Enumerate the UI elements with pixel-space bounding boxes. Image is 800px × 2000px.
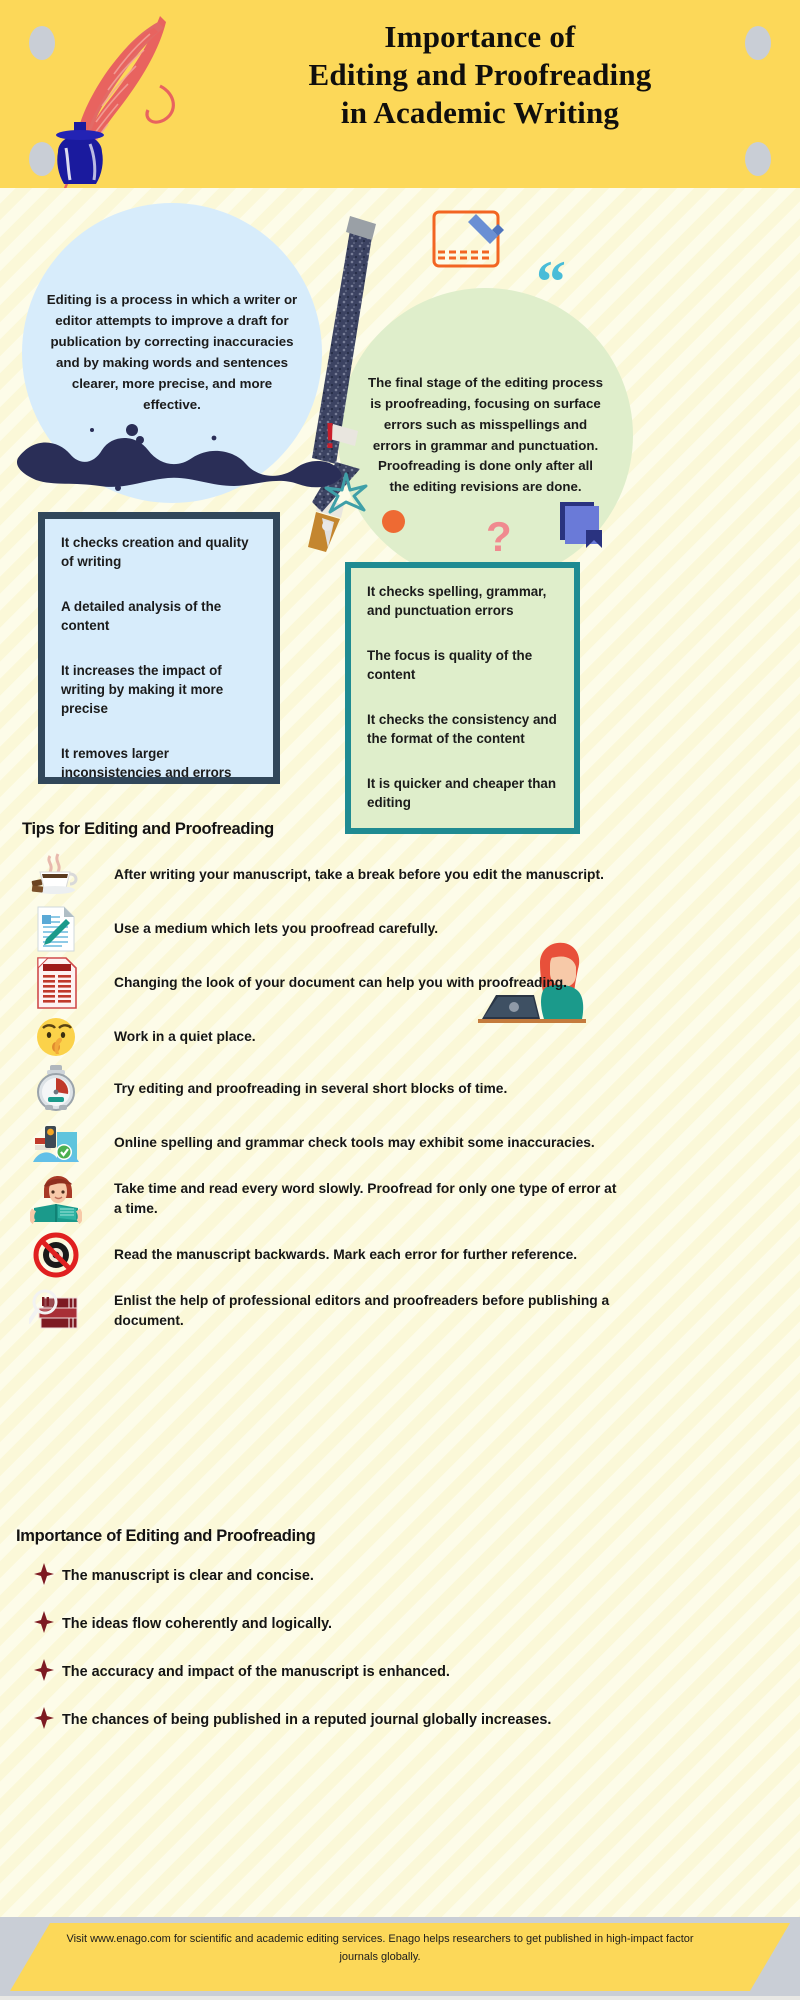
- tip-text: Use a medium which lets you proofread ca…: [114, 921, 439, 937]
- tip-item: Enlist the help of professional editors …: [20, 1283, 620, 1339]
- proofreading-item-3: It checks the consistency and the format…: [367, 712, 557, 747]
- importance-item: The chances of being published in a repu…: [30, 1696, 650, 1744]
- footer-bar: Visit www.enago.com for scientific and a…: [0, 1917, 800, 2000]
- tip-item: Take time and read every word slowly. Pr…: [20, 1171, 620, 1227]
- quiet-face-icon: [20, 1011, 92, 1063]
- editing-item-3: It increases the impact of writing by ma…: [61, 663, 224, 717]
- header-banner: Importance of Editing and Proofreading i…: [0, 0, 800, 188]
- stopwatch-icon: [20, 1063, 92, 1115]
- proofreading-item-1: It checks spelling, grammar, and punctua…: [367, 584, 547, 619]
- tip-item: Online spelling and grammar check tools …: [20, 1115, 620, 1171]
- infographic-page: Importance of Editing and Proofreading i…: [0, 0, 800, 2000]
- tip-item: Read the manuscript backwards. Mark each…: [20, 1227, 620, 1283]
- editing-definition-text: Editing is a process in which a writer o…: [46, 292, 298, 412]
- proofreading-attributes-box: It checks spelling, grammar, and punctua…: [345, 562, 580, 834]
- no-entry-icon: [20, 1229, 92, 1281]
- proofreading-item-2: The focus is quality of the content: [367, 648, 533, 683]
- tip-text: Online spelling and grammar check tools …: [114, 1135, 595, 1151]
- editing-item-4: It removes larger inconsistencies and er…: [61, 746, 232, 781]
- tip-item: Try editing and proofreading in several …: [20, 1063, 620, 1115]
- ink-bottle-icon: [56, 122, 104, 184]
- diamond-bullet-icon: [30, 1706, 58, 1734]
- tip-text: Changing the look of your document can h…: [114, 975, 568, 991]
- document-pen-icon: [20, 903, 92, 955]
- red-document-icon: [20, 957, 92, 1009]
- importance-item: The accuracy and impact of the manuscrip…: [30, 1648, 650, 1696]
- notebook-pencil-icon: [432, 210, 504, 268]
- title-line-1: Importance of: [384, 19, 576, 54]
- importance-item: The ideas flow coherently and logically.: [30, 1600, 650, 1648]
- ink-splash-shape: [16, 424, 342, 491]
- importance-text: The accuracy and impact of the manuscrip…: [62, 1664, 450, 1680]
- asterisk-star-icon: [324, 472, 368, 514]
- tip-text: Work in a quiet place.: [114, 1029, 256, 1045]
- tip-item: Changing the look of your document can h…: [20, 955, 620, 1011]
- tip-text: After writing your manuscript, take a br…: [114, 867, 604, 883]
- girl-reading-icon: [20, 1173, 92, 1225]
- title-line-2: Editing and Proofreading: [308, 56, 652, 92]
- question-mark-icon: ?: [486, 513, 512, 560]
- bottom-rule: [0, 1996, 800, 2000]
- books-magnifier-icon: [20, 1285, 92, 1337]
- tips-section-heading: Tips for Editing and Proofreading: [22, 820, 274, 838]
- page-title: Importance of Editing and Proofreading i…: [180, 18, 780, 131]
- proofreading-item-4: It is quicker and cheaper than editing: [367, 776, 557, 811]
- importance-list: The manuscript is clear and concise. The…: [30, 1552, 650, 1744]
- tip-item: After writing your manuscript, take a br…: [20, 847, 620, 903]
- tip-item: Work in a quiet place.: [20, 1011, 620, 1063]
- diamond-bullet-icon: [30, 1658, 58, 1686]
- editing-item-1: It checks creation and quality of writin…: [61, 535, 249, 570]
- orange-dot-decoration: [382, 510, 405, 533]
- importance-text: The ideas flow coherently and logically.: [62, 1616, 333, 1632]
- tip-text: Read the manuscript backwards. Mark each…: [114, 1247, 578, 1263]
- editing-item-2: A detailed analysis of the content: [61, 599, 222, 634]
- title-line-3: in Academic Writing: [340, 94, 620, 130]
- tip-text: Try editing and proofreading in several …: [114, 1081, 508, 1097]
- tip-text: Take time and read every word slowly. Pr…: [114, 1181, 617, 1216]
- diamond-bullet-icon: [30, 1562, 58, 1590]
- importance-text: The chances of being published in a repu…: [62, 1712, 552, 1728]
- online-check-icon: [20, 1117, 92, 1169]
- importance-item: The manuscript is clear and concise.: [30, 1552, 650, 1600]
- coffee-cup-icon: [20, 849, 92, 901]
- diamond-bullet-icon: [30, 1610, 58, 1638]
- importance-section-heading: Importance of Editing and Proofreading: [16, 1527, 316, 1545]
- blue-book-icon: [560, 502, 602, 548]
- editing-attributes-box: It checks creation and quality of writin…: [38, 512, 280, 784]
- tip-item: Use a medium which lets you proofread ca…: [20, 903, 620, 955]
- decorative-dot-bottom-right: [745, 142, 771, 176]
- importance-text: The manuscript is clear and concise.: [62, 1568, 314, 1584]
- footer-text: Visit www.enago.com for scientific and a…: [66, 1933, 694, 1963]
- exclamation-mark-icon: !: [324, 415, 336, 456]
- tips-list: After writing your manuscript, take a br…: [20, 847, 620, 1339]
- quote-mark-icon: “: [536, 249, 566, 315]
- tip-text: Enlist the help of professional editors …: [114, 1293, 610, 1328]
